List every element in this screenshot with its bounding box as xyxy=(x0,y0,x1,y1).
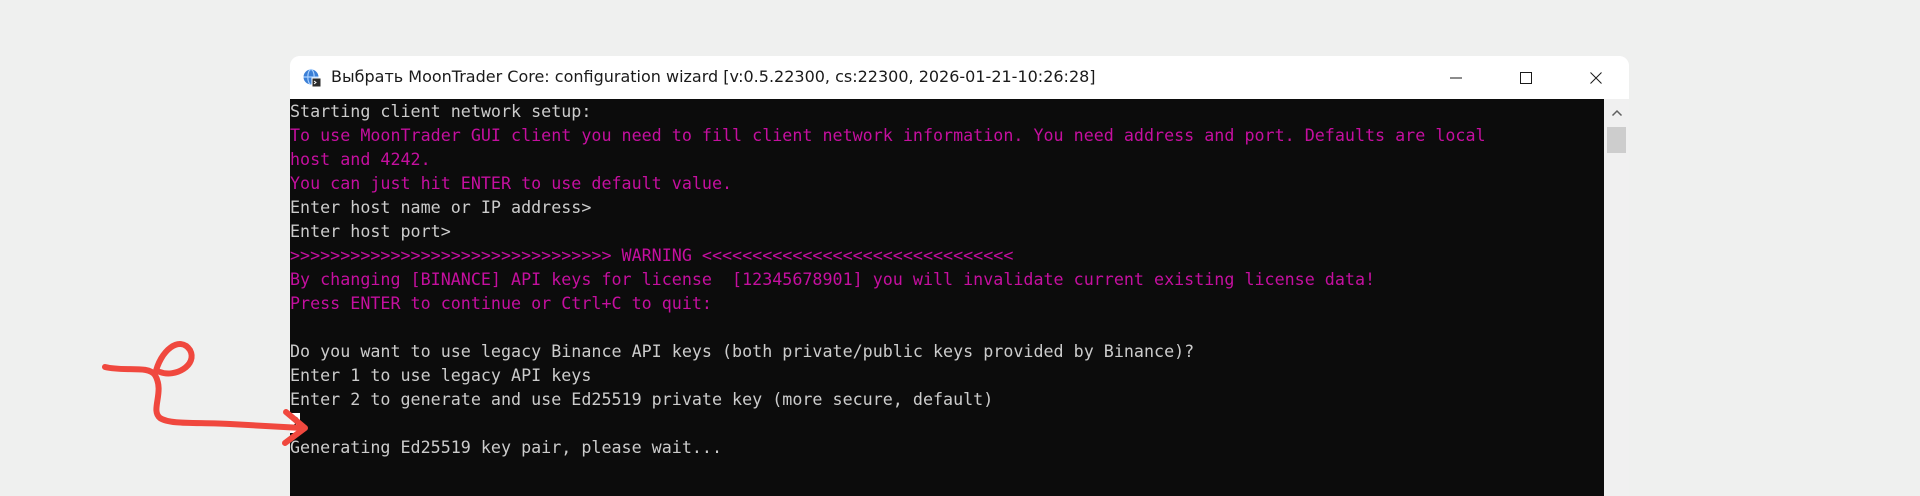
maximize-icon xyxy=(1520,71,1532,84)
console-line: Press ENTER to continue or Ctrl+C to qui… xyxy=(290,293,712,313)
console-line: By changing [BINANCE] API keys for licen… xyxy=(290,269,1376,289)
console-output[interactable]: Starting client network setup: To use Mo… xyxy=(290,99,1604,496)
console-line: Do you want to use legacy Binance API ke… xyxy=(290,341,1195,361)
minimize-button[interactable] xyxy=(1421,56,1491,99)
console-line: Enter host port> xyxy=(290,221,451,241)
console-line: Enter 2 to generate and use Ed25519 priv… xyxy=(290,389,994,409)
console-line: Starting client network setup: xyxy=(290,101,592,121)
console-input-line: 2 xyxy=(290,411,301,435)
typed-input: 2 xyxy=(290,413,301,433)
scroll-up-button[interactable] xyxy=(1604,99,1629,127)
maximize-button[interactable] xyxy=(1491,56,1561,99)
terminal-app-icon xyxy=(302,68,322,88)
console-line: Generating Ed25519 key pair, please wait… xyxy=(290,437,723,457)
vertical-scrollbar[interactable] xyxy=(1604,99,1629,496)
title-bar[interactable]: Выбрать MoonTrader Core: configuration w… xyxy=(290,56,1629,99)
scroll-thumb[interactable] xyxy=(1607,127,1626,153)
window-title: Выбрать MoonTrader Core: configuration w… xyxy=(331,67,1096,86)
close-icon xyxy=(1590,71,1602,84)
console-line: host and 4242. xyxy=(290,149,431,169)
chevron-up-icon xyxy=(1611,109,1622,117)
console-line: Enter 1 to use legacy API keys xyxy=(290,365,592,385)
console-line: >>>>>>>>>>>>>>>>>>>>>>>>>>>>>>>> WARNING… xyxy=(290,245,1014,265)
console-line: To use MoonTrader GUI client you need to… xyxy=(290,125,1486,145)
close-button[interactable] xyxy=(1561,56,1629,99)
console-line: You can just hit ENTER to use default va… xyxy=(290,173,733,193)
console-line: Enter host name or IP address> xyxy=(290,197,592,217)
console-window: Выбрать MoonTrader Core: configuration w… xyxy=(290,56,1629,496)
minimize-icon xyxy=(1450,77,1462,78)
